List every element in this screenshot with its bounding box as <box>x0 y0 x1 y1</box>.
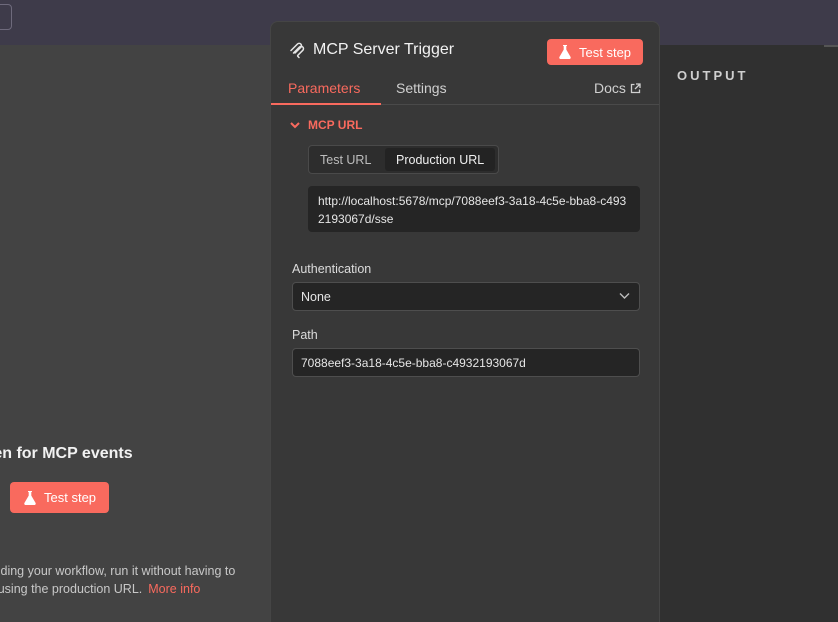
mcp-icon <box>290 42 305 59</box>
mcp-url-value[interactable]: http://localhost:5678/mcp/7088eef3-3a18-… <box>308 186 640 232</box>
output-corner-divider <box>824 45 838 47</box>
more-info-link[interactable]: More info <box>148 582 200 596</box>
desc-line-1: uilding your workflow, run it without ha… <box>0 564 236 578</box>
flask-icon <box>559 45 571 59</box>
docs-label: Docs <box>594 80 626 96</box>
authentication-label: Authentication <box>292 262 372 276</box>
mcp-url-section-toggle[interactable]: MCP URL <box>290 118 362 132</box>
node-title: MCP Server Trigger <box>313 41 455 58</box>
back-button[interactable] <box>0 4 12 30</box>
authentication-select[interactable]: None <box>292 282 640 311</box>
path-label: Path <box>292 328 318 342</box>
left-test-step-button[interactable]: Test step <box>10 482 109 513</box>
flask-icon <box>24 490 36 505</box>
node-settings-panel: MCP Server Trigger Test step Parameters … <box>270 21 660 622</box>
output-panel: OUTPUT <box>660 45 838 622</box>
tab-settings[interactable]: Settings <box>396 80 447 96</box>
test-step-label: Test step <box>579 44 632 60</box>
toggle-production-url[interactable]: Production URL <box>385 148 496 171</box>
tab-parameters[interactable]: Parameters <box>288 80 360 96</box>
test-step-button[interactable]: Test step <box>547 39 643 65</box>
path-input[interactable] <box>292 348 640 377</box>
output-label: OUTPUT <box>677 68 749 83</box>
authentication-value: None <box>301 289 331 304</box>
chevron-down-icon <box>619 293 630 299</box>
url-type-toggle: Test URL Production URL <box>308 145 499 174</box>
desc-line-2: y using the production URL. <box>0 582 143 596</box>
docs-link[interactable]: Docs <box>594 80 641 96</box>
left-description: uilding your workflow, run it without ha… <box>0 562 278 598</box>
input-panel: ten for MCP events Test step uilding you… <box>0 45 272 622</box>
external-link-icon <box>630 82 641 93</box>
toggle-test-url[interactable]: Test URL <box>320 148 371 171</box>
chevron-down-icon <box>290 121 300 128</box>
listen-title: ten for MCP events <box>0 445 133 462</box>
left-test-step-label: Test step <box>44 490 97 505</box>
active-tab-indicator <box>271 103 381 105</box>
mcp-url-section-label: MCP URL <box>308 118 363 132</box>
panel-tabs: Parameters Settings Docs <box>271 78 659 105</box>
